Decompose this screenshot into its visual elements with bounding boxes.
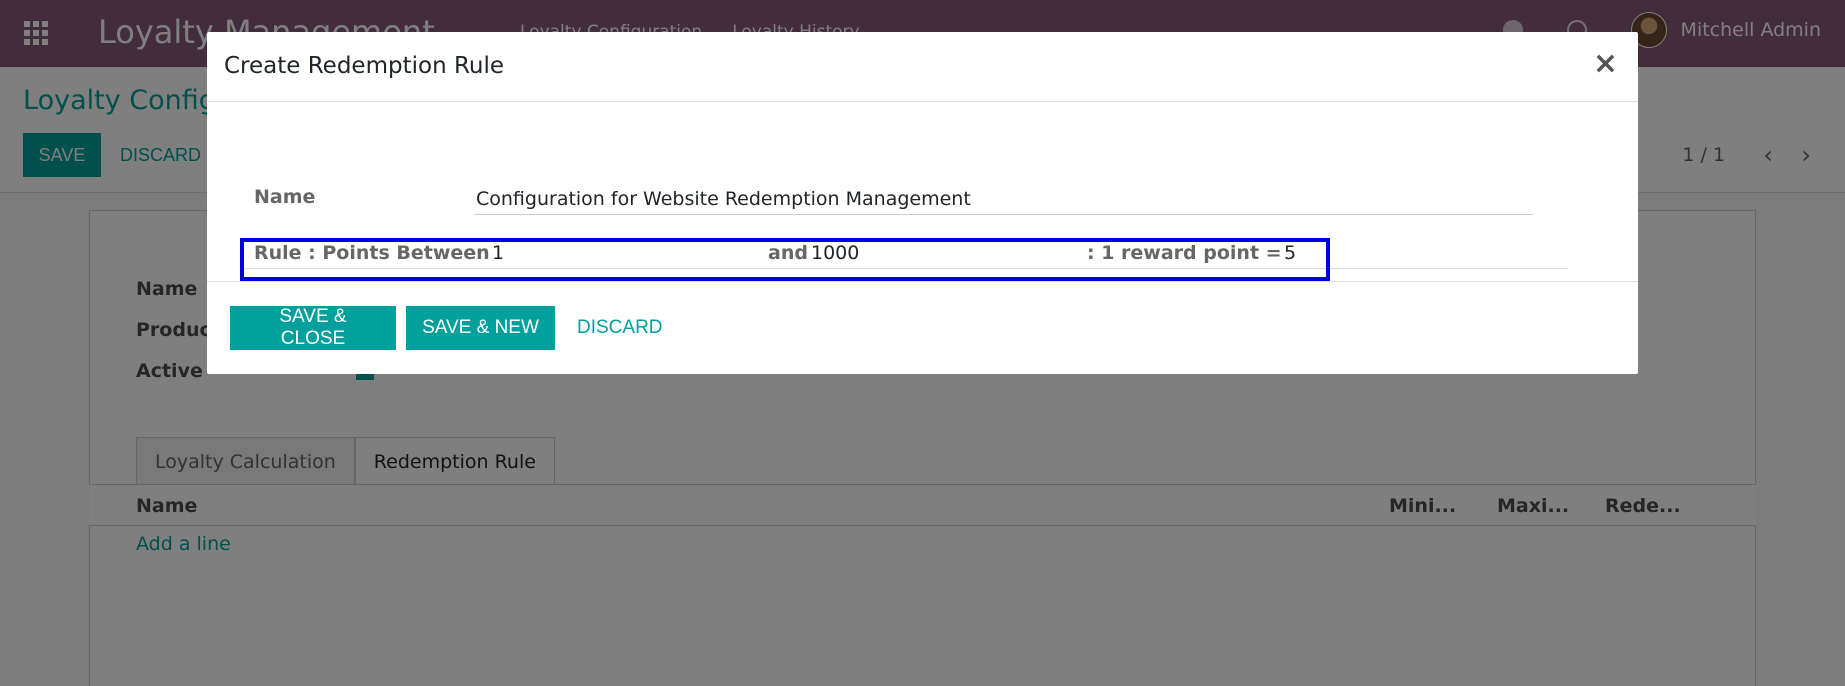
modal-name-label: Name — [254, 186, 316, 208]
modal-name-input[interactable]: Configuration for Website Redemption Man… — [476, 188, 971, 210]
close-icon[interactable]: × — [1593, 46, 1618, 81]
modal-header: Create Redemption Rule × — [207, 32, 1638, 102]
save-close-button[interactable]: SAVE & CLOSE — [230, 306, 396, 350]
create-redemption-rule-dialog: Create Redemption Rule × Name Configurat… — [207, 32, 1638, 374]
modal-footer: SAVE & CLOSE SAVE & NEW DISCARD — [207, 281, 1638, 374]
save-new-button[interactable]: SAVE & NEW — [406, 306, 555, 350]
name-input-underline — [474, 214, 1533, 215]
modal-discard-button[interactable]: DISCARD — [567, 306, 673, 350]
rule-row-highlight — [240, 238, 1330, 281]
modal-title: Create Redemption Rule — [224, 53, 505, 79]
